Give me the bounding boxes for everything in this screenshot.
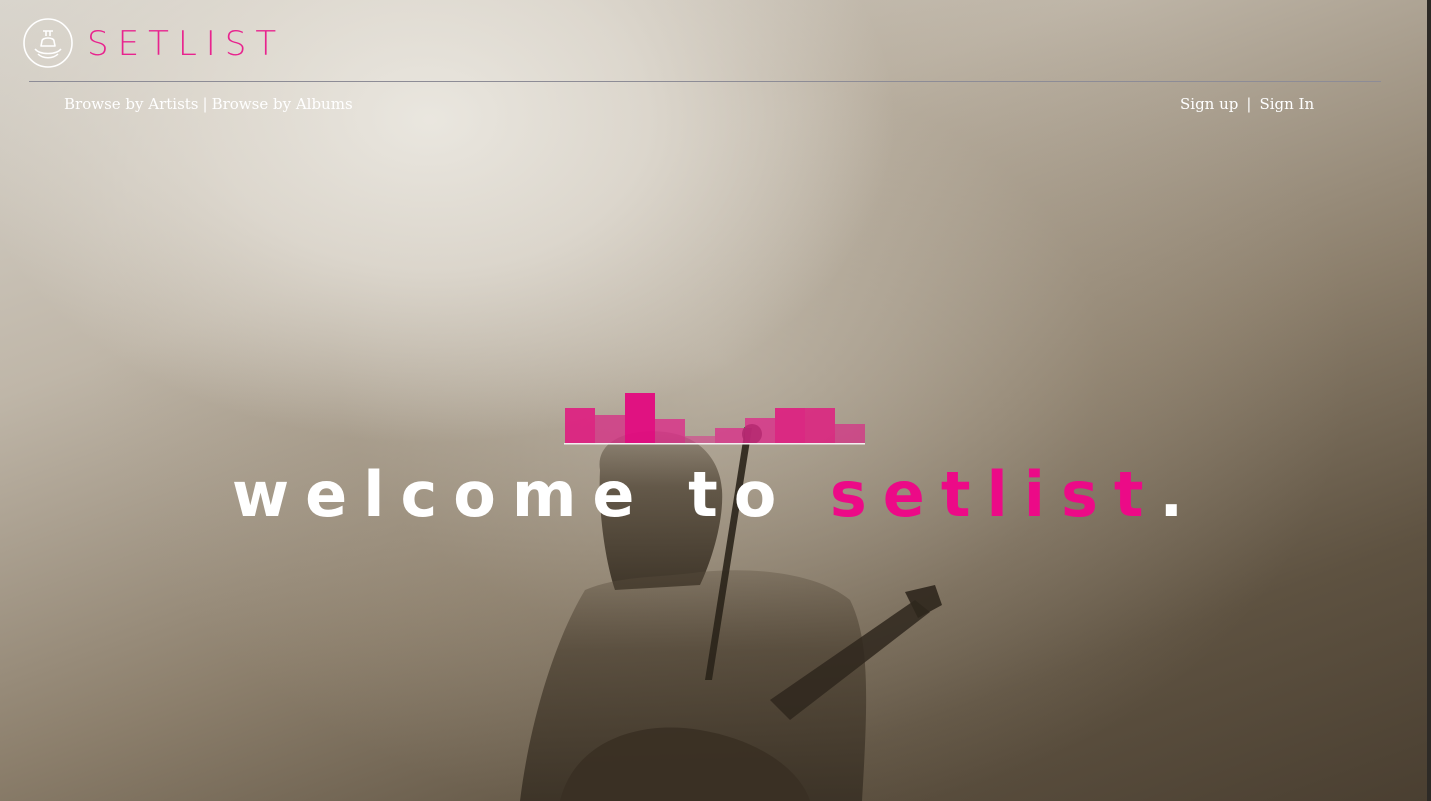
sign-in-link[interactable]: Sign In xyxy=(1259,95,1314,113)
guitarist-photo xyxy=(520,424,942,801)
welcome-prefix: welcome to xyxy=(231,458,830,531)
header-divider xyxy=(29,81,1381,82)
welcome-brand: setlist xyxy=(829,458,1160,531)
brand-logo[interactable]: SETLIST xyxy=(22,17,285,69)
window-edge xyxy=(1427,0,1431,801)
sign-up-link[interactable]: Sign up xyxy=(1180,95,1238,113)
browse-artists-link[interactable]: Browse by Artists xyxy=(64,95,199,113)
auth-separator: | xyxy=(1246,95,1252,113)
browse-nav: Browse by Artists | Browse by Albums xyxy=(64,95,353,113)
welcome-heading: welcome to setlist. xyxy=(0,458,1431,531)
brand-name: SETLIST xyxy=(87,24,286,64)
auth-nav: Sign up | Sign In xyxy=(1180,95,1314,113)
landing-page: SETLIST Browse by Artists | Browse by Albu… xyxy=(0,0,1431,801)
nav-separator: | xyxy=(202,95,208,113)
welcome-suffix: . xyxy=(1159,458,1200,531)
browse-albums-link[interactable]: Browse by Albums xyxy=(212,95,353,113)
bell-logo-icon xyxy=(23,18,73,68)
